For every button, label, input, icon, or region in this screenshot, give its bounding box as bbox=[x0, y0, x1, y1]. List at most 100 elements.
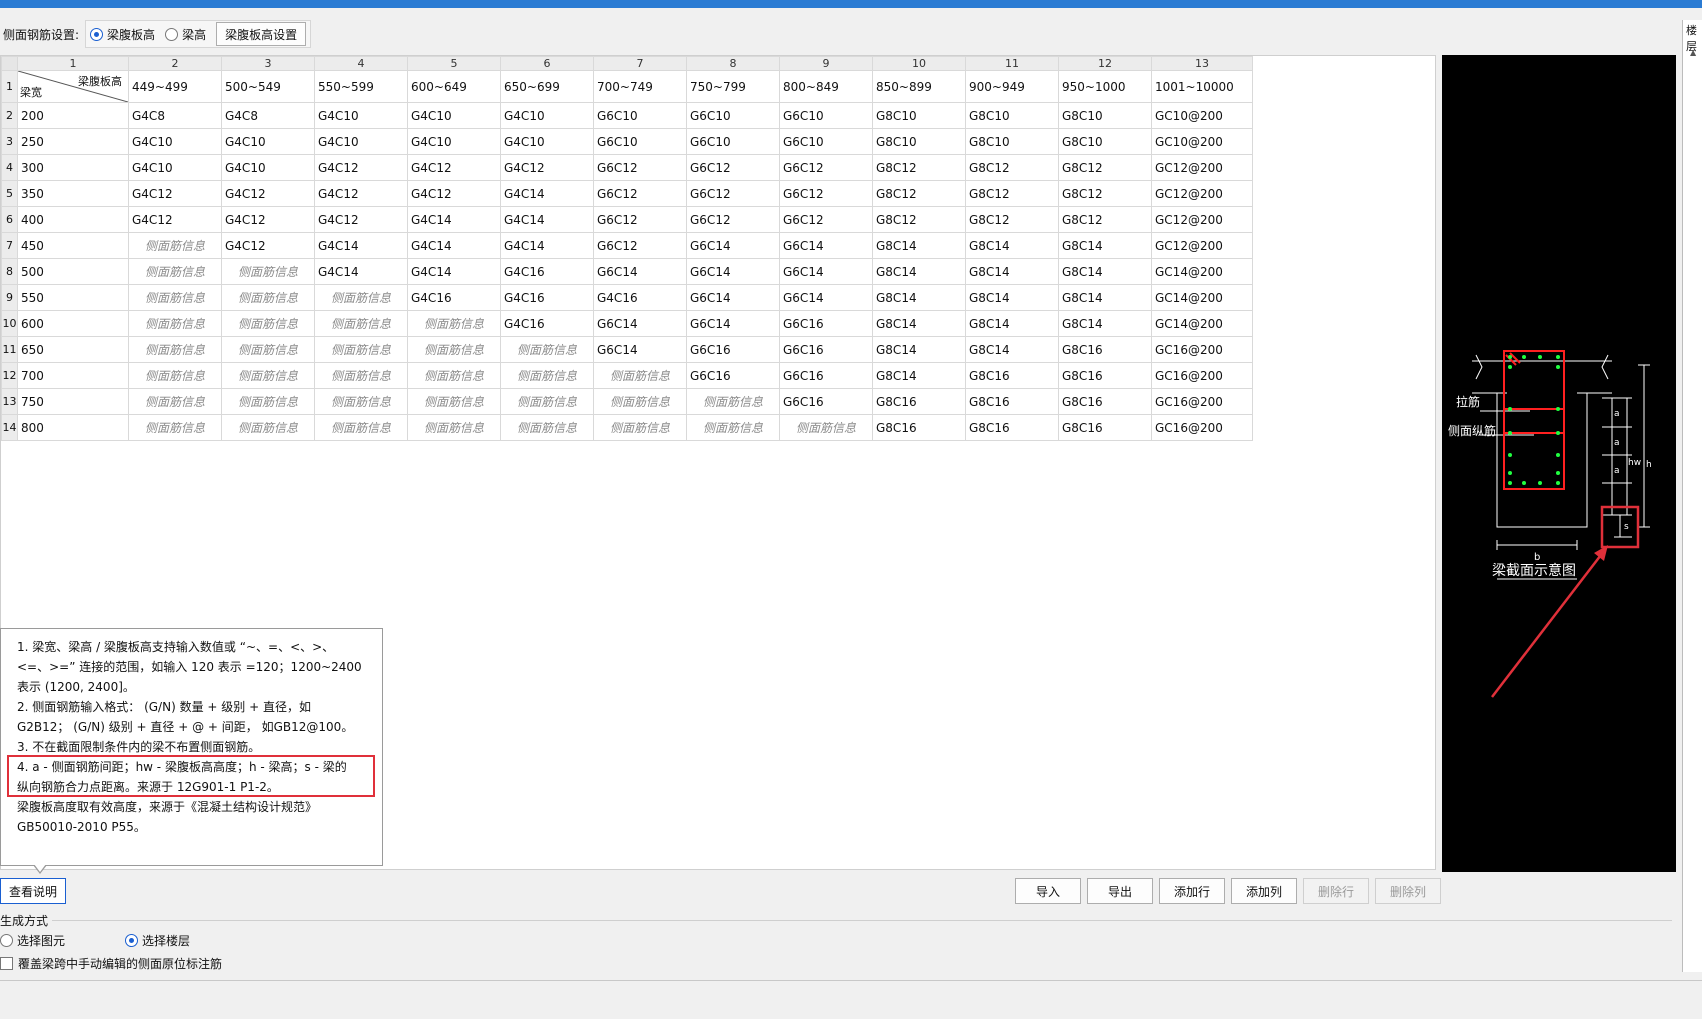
rebar-cell[interactable]: G8C12 bbox=[872, 206, 966, 233]
rebar-cell-empty[interactable]: 侧面筋信息 bbox=[128, 336, 222, 363]
beam-width-cell[interactable]: 250 bbox=[17, 128, 129, 155]
web-height-range-cell[interactable]: 700~749 bbox=[593, 70, 687, 103]
rebar-cell[interactable]: GC12@200 bbox=[1151, 154, 1253, 181]
rebar-cell[interactable]: G8C10 bbox=[872, 128, 966, 155]
row-number[interactable]: 11 bbox=[1, 336, 18, 363]
rebar-cell[interactable]: G6C10 bbox=[779, 102, 873, 129]
rebar-cell[interactable]: G4C10 bbox=[407, 128, 501, 155]
beam-width-cell[interactable]: 350 bbox=[17, 180, 129, 207]
rebar-cell[interactable]: G6C12 bbox=[686, 154, 780, 181]
rebar-cell-empty[interactable]: 侧面筋信息 bbox=[128, 388, 222, 415]
rebar-cell-empty[interactable]: 侧面筋信息 bbox=[686, 388, 780, 415]
rebar-cell[interactable]: G8C14 bbox=[1058, 232, 1152, 259]
rebar-cell[interactable]: G4C16 bbox=[500, 258, 594, 285]
rebar-cell[interactable]: G8C12 bbox=[965, 206, 1059, 233]
beam-width-cell[interactable]: 550 bbox=[17, 284, 129, 311]
delete-row-button[interactable]: 删除行 bbox=[1303, 878, 1369, 904]
rebar-cell[interactable]: G4C12 bbox=[128, 180, 222, 207]
collapse-arrow-icon[interactable]: ▲ bbox=[1690, 48, 1696, 57]
rebar-cell[interactable]: G4C16 bbox=[500, 284, 594, 311]
rebar-cell[interactable]: G4C10 bbox=[314, 102, 408, 129]
rebar-cell-empty[interactable]: 侧面筋信息 bbox=[686, 414, 780, 441]
rebar-cell[interactable]: G4C16 bbox=[500, 310, 594, 337]
rebar-cell[interactable]: G8C12 bbox=[965, 180, 1059, 207]
rebar-cell[interactable]: G4C12 bbox=[221, 206, 315, 233]
rebar-cell[interactable]: G6C12 bbox=[593, 206, 687, 233]
column-number-header[interactable]: 3 bbox=[221, 56, 315, 71]
web-height-range-cell[interactable]: 850~899 bbox=[872, 70, 966, 103]
row-number[interactable]: 2 bbox=[1, 102, 18, 129]
row-number[interactable]: 4 bbox=[1, 154, 18, 181]
rebar-cell[interactable]: G8C12 bbox=[1058, 180, 1152, 207]
rebar-cell-empty[interactable]: 侧面筋信息 bbox=[500, 362, 594, 389]
rebar-cell[interactable]: G4C12 bbox=[221, 232, 315, 259]
rebar-cell[interactable]: G6C12 bbox=[593, 232, 687, 259]
rebar-cell[interactable]: G6C16 bbox=[779, 310, 873, 337]
row-number[interactable]: 9 bbox=[1, 284, 18, 311]
beam-width-cell[interactable]: 300 bbox=[17, 154, 129, 181]
rebar-cell-empty[interactable]: 侧面筋信息 bbox=[314, 388, 408, 415]
rebar-cell-empty[interactable]: 侧面筋信息 bbox=[593, 388, 687, 415]
row-number[interactable]: 10 bbox=[1, 310, 18, 337]
rebar-cell[interactable]: G8C10 bbox=[965, 128, 1059, 155]
rebar-cell-empty[interactable]: 侧面筋信息 bbox=[128, 258, 222, 285]
rebar-cell[interactable]: G6C12 bbox=[779, 206, 873, 233]
rebar-cell[interactable]: G6C10 bbox=[593, 102, 687, 129]
radio-select-element[interactable]: 选择图元 bbox=[0, 932, 65, 949]
rebar-cell[interactable]: G8C12 bbox=[965, 154, 1059, 181]
rebar-cell-empty[interactable]: 侧面筋信息 bbox=[407, 310, 501, 337]
rebar-cell-empty[interactable]: 侧面筋信息 bbox=[221, 258, 315, 285]
row-number[interactable]: 7 bbox=[1, 232, 18, 259]
rebar-cell-empty[interactable]: 侧面筋信息 bbox=[221, 388, 315, 415]
rebar-cell-empty[interactable]: 侧面筋信息 bbox=[500, 388, 594, 415]
rebar-cell[interactable]: G8C16 bbox=[965, 414, 1059, 441]
rebar-cell-empty[interactable]: 侧面筋信息 bbox=[221, 284, 315, 311]
rebar-cell[interactable]: G8C14 bbox=[872, 310, 966, 337]
rebar-cell[interactable]: G8C14 bbox=[965, 284, 1059, 311]
rebar-cell-empty[interactable]: 侧面筋信息 bbox=[407, 414, 501, 441]
rebar-cell[interactable]: GC16@200 bbox=[1151, 336, 1253, 363]
rebar-cell[interactable]: GC12@200 bbox=[1151, 206, 1253, 233]
rebar-cell[interactable]: G6C16 bbox=[686, 362, 780, 389]
rebar-cell-empty[interactable]: 侧面筋信息 bbox=[593, 362, 687, 389]
rebar-cell[interactable]: G6C14 bbox=[686, 258, 780, 285]
rebar-cell[interactable]: G6C14 bbox=[779, 232, 873, 259]
web-height-settings-button[interactable]: 梁腹板高设置 bbox=[216, 22, 307, 46]
rebar-cell[interactable]: G4C12 bbox=[407, 154, 501, 181]
rebar-cell[interactable]: G8C12 bbox=[1058, 154, 1152, 181]
rebar-cell[interactable]: G8C16 bbox=[872, 388, 966, 415]
column-number-header[interactable]: 7 bbox=[593, 56, 687, 71]
web-height-range-cell[interactable]: 950~1000 bbox=[1058, 70, 1152, 103]
column-number-header[interactable]: 12 bbox=[1058, 56, 1152, 71]
rebar-cell[interactable]: GC12@200 bbox=[1151, 232, 1253, 259]
beam-width-cell[interactable]: 700 bbox=[17, 362, 129, 389]
column-number-header[interactable]: 2 bbox=[128, 56, 222, 71]
rebar-cell[interactable]: G6C12 bbox=[779, 154, 873, 181]
rebar-cell-empty[interactable]: 侧面筋信息 bbox=[407, 336, 501, 363]
rebar-cell[interactable]: G6C14 bbox=[686, 310, 780, 337]
add-row-button[interactable]: 添加行 bbox=[1159, 878, 1225, 904]
rebar-cell[interactable]: G8C16 bbox=[872, 414, 966, 441]
rebar-cell[interactable]: G4C10 bbox=[128, 128, 222, 155]
rebar-cell[interactable]: G4C10 bbox=[407, 102, 501, 129]
rebar-cell[interactable]: G4C12 bbox=[314, 180, 408, 207]
rebar-cell[interactable]: G4C10 bbox=[221, 128, 315, 155]
rebar-cell[interactable]: G4C8 bbox=[221, 102, 315, 129]
rebar-cell[interactable]: G6C10 bbox=[779, 128, 873, 155]
rebar-cell[interactable]: GC10@200 bbox=[1151, 102, 1253, 129]
web-height-range-cell[interactable]: 600~649 bbox=[407, 70, 501, 103]
rebar-cell[interactable]: G6C14 bbox=[593, 336, 687, 363]
rebar-cell[interactable]: G8C16 bbox=[1058, 362, 1152, 389]
rebar-cell[interactable]: G4C14 bbox=[407, 232, 501, 259]
rebar-cell-empty[interactable]: 侧面筋信息 bbox=[314, 414, 408, 441]
column-number-header[interactable]: 8 bbox=[686, 56, 780, 71]
rebar-cell[interactable]: G6C14 bbox=[593, 310, 687, 337]
rebar-cell[interactable]: G8C16 bbox=[1058, 336, 1152, 363]
add-column-button[interactable]: 添加列 bbox=[1231, 878, 1297, 904]
rebar-cell[interactable]: G8C14 bbox=[872, 336, 966, 363]
grid-corner[interactable] bbox=[1, 56, 18, 71]
rebar-cell[interactable]: G6C14 bbox=[686, 232, 780, 259]
rebar-cell[interactable]: G4C14 bbox=[314, 232, 408, 259]
rebar-cell[interactable]: G4C14 bbox=[500, 206, 594, 233]
radio-dot[interactable] bbox=[0, 934, 13, 947]
